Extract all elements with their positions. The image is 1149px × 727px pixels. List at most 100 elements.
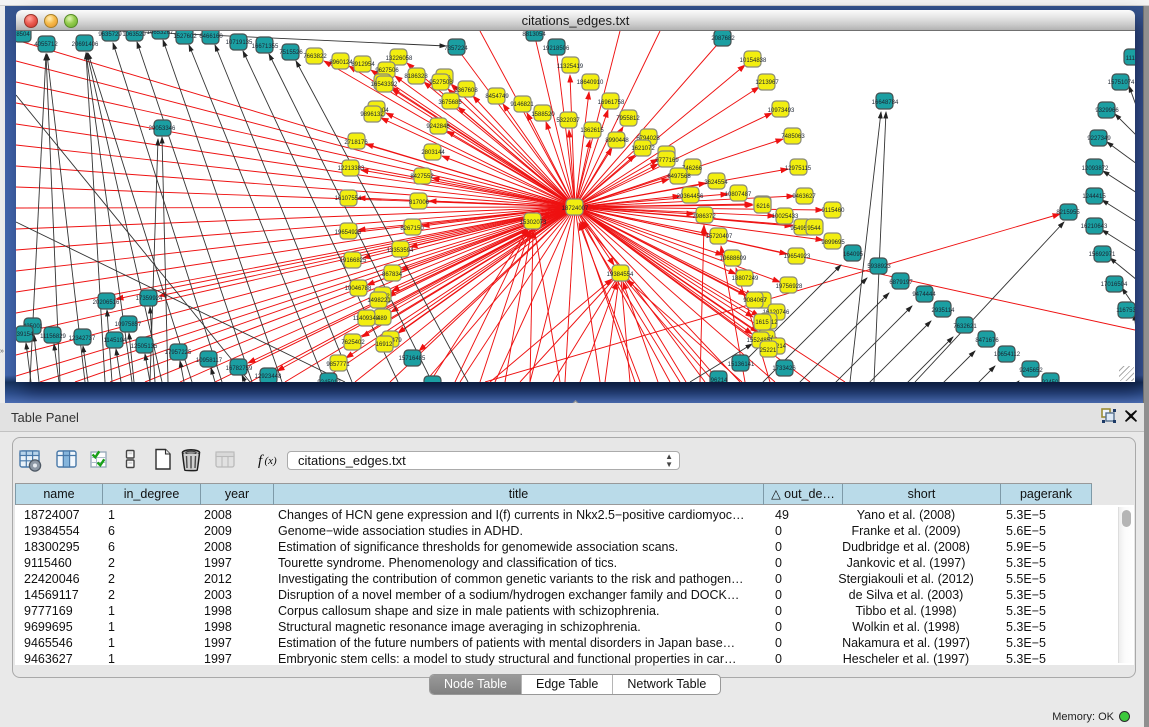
svg-text:12213383: 12213383 (338, 166, 365, 172)
svg-text:8454749: 8454749 (485, 94, 509, 100)
svg-text:9857771: 9857771 (326, 362, 350, 368)
svg-text:10973493: 10973493 (768, 108, 795, 114)
svg-text:9463627: 9463627 (792, 194, 816, 200)
svg-text:8990448: 8990448 (605, 138, 629, 144)
svg-text:5938923: 5938923 (867, 264, 891, 270)
svg-text:10046788: 10046788 (345, 286, 372, 292)
svg-text:2087682: 2087682 (711, 36, 735, 42)
svg-text:18724007: 18724007 (562, 206, 589, 212)
svg-text:96214: 96214 (711, 378, 728, 382)
svg-text:19654925: 19654925 (335, 230, 362, 236)
svg-text:8504: 8504 (16, 32, 30, 38)
svg-text:2367608: 2367608 (454, 88, 478, 94)
svg-text:8912954: 8912954 (351, 62, 375, 68)
svg-text:1244415: 1244415 (1082, 194, 1106, 200)
svg-text:12975115: 12975115 (785, 166, 812, 172)
svg-text:92450: 92450 (1042, 380, 1059, 382)
svg-text:12923448: 12923448 (255, 374, 282, 380)
svg-text:17016504: 17016504 (1101, 282, 1128, 288)
svg-text:10807487: 10807487 (725, 192, 752, 198)
svg-text:20364456: 20364456 (677, 194, 704, 200)
svg-text:17359924: 17359924 (136, 296, 163, 302)
svg-text:1498221: 1498221 (367, 298, 391, 304)
svg-text:9635729: 9635729 (98, 32, 122, 38)
svg-text:15692971: 15692971 (1089, 252, 1116, 258)
svg-text:12342737: 12342737 (69, 336, 96, 342)
svg-text:16671355: 16671355 (252, 44, 279, 50)
svg-text:116753: 116753 (1116, 308, 1135, 314)
svg-text:15716485: 15716485 (399, 356, 426, 362)
svg-text:9227349: 9227349 (1087, 136, 1111, 142)
svg-text:8267150: 8267150 (400, 226, 424, 232)
svg-text:9777169: 9777169 (655, 158, 679, 164)
svg-text:2803144: 2803144 (421, 150, 445, 156)
svg-text:7955812: 7955812 (616, 116, 640, 122)
svg-text:9527508: 9527508 (429, 80, 453, 86)
svg-text:164095: 164095 (843, 252, 864, 258)
svg-text:1733426: 1733426 (772, 366, 796, 372)
svg-text:3624554: 3624554 (704, 180, 728, 186)
svg-text:16961758: 16961758 (598, 100, 625, 106)
svg-text:9544: 9544 (807, 226, 821, 232)
svg-text:10154838: 10154838 (740, 58, 767, 64)
svg-text:7663822: 7663822 (303, 54, 327, 60)
svg-text:9242848: 9242848 (426, 124, 450, 130)
svg-text:10653267: 10653267 (147, 31, 174, 36)
svg-text:6879197: 6879197 (889, 280, 913, 286)
svg-text:19654923: 19654923 (784, 254, 811, 260)
svg-text:1588520: 1588520 (531, 112, 555, 118)
svg-text:10719135: 10719135 (226, 40, 253, 46)
svg-text:8427552: 8427552 (410, 174, 434, 180)
svg-text:1145194: 1145194 (104, 338, 128, 344)
svg-text:7515526: 7515526 (279, 50, 303, 56)
svg-text:9245652: 9245652 (1019, 368, 1043, 374)
svg-text:20206516: 20206516 (93, 300, 120, 306)
svg-text:29053346: 29053346 (149, 126, 176, 132)
svg-text:1615: 1615 (755, 320, 769, 326)
svg-text:1213967: 1213967 (755, 80, 779, 86)
svg-text:9896132: 9896132 (360, 112, 384, 118)
svg-text:25221: 25221 (760, 348, 777, 354)
svg-text:15751074: 15751074 (1108, 80, 1135, 86)
svg-text:19218506: 19218506 (543, 46, 570, 52)
svg-text:7632621: 7632621 (953, 324, 977, 330)
svg-text:11409348: 11409348 (353, 316, 380, 322)
svg-text:15136141: 15136141 (728, 362, 755, 368)
svg-text:15720407: 15720407 (706, 234, 733, 240)
svg-text:9146821: 9146821 (510, 102, 534, 108)
svg-text:10958117: 10958117 (196, 358, 223, 364)
svg-text:10654112: 10654112 (994, 352, 1021, 358)
svg-text:8960124: 8960124 (329, 60, 353, 66)
svg-text:18640910: 18640910 (577, 80, 604, 86)
svg-text:9899695: 9899695 (821, 240, 845, 246)
svg-text:7357224: 7357224 (444, 46, 468, 52)
svg-text:9115460: 9115460 (822, 208, 846, 214)
svg-text:5322037: 5322037 (556, 118, 580, 124)
svg-text:17957225: 17957225 (165, 350, 192, 356)
svg-text:8813054: 8813054 (522, 32, 546, 38)
svg-text:12093872: 12093872 (1082, 166, 1109, 172)
svg-text:39154: 39154 (17, 332, 34, 338)
svg-text:1063529: 1063529 (122, 32, 146, 38)
svg-text:12505135: 12505135 (131, 344, 158, 350)
svg-text:16107554: 16107554 (335, 196, 362, 202)
svg-text:16210643: 16210643 (1081, 224, 1108, 230)
svg-text:9627506: 9627506 (375, 68, 399, 74)
svg-text:7485063: 7485063 (781, 134, 805, 140)
svg-text:16782759: 16782759 (226, 366, 253, 372)
svg-text:16543392: 16543392 (371, 82, 398, 88)
svg-text:19166825: 19166825 (340, 258, 367, 264)
svg-text:10975857: 10975857 (115, 322, 142, 328)
svg-text:6497568: 6497568 (667, 174, 691, 180)
svg-text:7986372: 7986372 (692, 214, 716, 220)
svg-text:2718176: 2718176 (344, 140, 368, 146)
svg-text:1621072: 1621072 (631, 146, 655, 152)
svg-text:10688609: 10688609 (720, 256, 747, 262)
svg-text:1527602: 1527602 (173, 34, 197, 40)
svg-text:15302073: 15302073 (520, 220, 547, 226)
svg-text:11325419: 11325419 (557, 64, 584, 70)
svg-text:9329966: 9329966 (1095, 108, 1119, 114)
svg-text:6466160: 6466160 (199, 34, 223, 40)
svg-text:9245012: 9245012 (317, 380, 341, 382)
svg-text:4055712: 4055712 (34, 42, 58, 48)
